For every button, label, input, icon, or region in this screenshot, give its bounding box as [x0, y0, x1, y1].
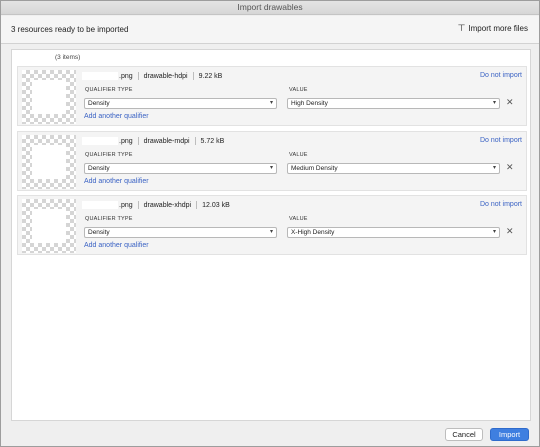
resources-count-text: 3 resources ready to be imported	[11, 25, 129, 34]
chevron-down-icon: ▾	[269, 100, 273, 106]
divider	[194, 137, 196, 145]
title-bar[interactable]: Import drawables	[1, 1, 539, 15]
resource-row: .png drawable-mdpi 5.72 kB Do not import…	[17, 131, 527, 191]
qualifier-value-select[interactable]: X-High Density ▾	[287, 227, 500, 238]
divider	[196, 201, 198, 209]
resource-size: 12.03 kB	[202, 201, 230, 209]
resource-meta: .png drawable-mdpi 5.72 kB	[82, 137, 224, 145]
list-header: (3 items)	[12, 50, 530, 64]
resource-row: .png drawable-hdpi 9.22 kB Do not import…	[17, 66, 527, 126]
divider	[137, 72, 139, 80]
qualifier-type-value: Density	[88, 229, 110, 236]
chevron-down-icon: ▾	[269, 165, 273, 171]
resource-ext: .png	[119, 201, 133, 209]
divider	[137, 201, 139, 209]
resource-folder: drawable-mdpi	[143, 137, 190, 145]
divider	[137, 137, 139, 145]
resource-size: 5.72 kB	[200, 137, 225, 145]
qualifier-value: Medium Density	[291, 165, 338, 172]
close-icon[interactable]: ✕	[506, 226, 514, 237]
divider	[192, 72, 194, 80]
resource-ext: .png	[119, 72, 133, 80]
value-label: VALUE	[289, 87, 308, 93]
filter-icon: ⊤	[457, 23, 466, 33]
close-icon[interactable]: ✕	[506, 162, 514, 173]
add-qualifier-link[interactable]: Add another qualifier	[84, 242, 149, 249]
items-count: (3 items)	[55, 54, 81, 61]
add-qualifier-link[interactable]: Add another qualifier	[84, 113, 149, 120]
resource-name-redacted	[82, 137, 118, 145]
value-label: VALUE	[289, 216, 308, 222]
resource-preview	[22, 70, 76, 124]
chevron-down-icon: ▾	[492, 229, 496, 235]
resource-folder: drawable-xhdpi	[143, 201, 192, 209]
resource-preview	[22, 199, 76, 253]
import-more-files-label: Import more files	[468, 24, 528, 33]
dialog-header: 3 resources ready to be imported ⊤ Impor…	[1, 16, 539, 44]
qualifier-value-select[interactable]: Medium Density ▾	[287, 163, 500, 174]
import-drawables-dialog: Import drawables 3 resources ready to be…	[0, 0, 540, 447]
qualifier-value-select[interactable]: High Density ▾	[287, 98, 500, 109]
do-not-import-link[interactable]: Do not import	[480, 72, 522, 79]
resource-folder: drawable-hdpi	[143, 72, 188, 80]
import-button[interactable]: Import	[490, 428, 529, 441]
resource-name-redacted	[82, 201, 118, 209]
resource-preview	[22, 135, 76, 189]
resource-ext: .png	[119, 137, 133, 145]
value-label: VALUE	[289, 152, 308, 158]
chevron-down-icon: ▾	[492, 100, 496, 106]
window-title: Import drawables	[237, 2, 303, 12]
chevron-down-icon: ▾	[492, 165, 496, 171]
add-qualifier-link[interactable]: Add another qualifier	[84, 178, 149, 185]
qualifier-type-label: QUALIFIER TYPE	[85, 152, 133, 158]
qualifier-value: X-High Density	[291, 229, 335, 236]
resources-list: (3 items) .png drawable-hdpi 9.22 kB Do …	[11, 49, 531, 421]
qualifier-type-label: QUALIFIER TYPE	[85, 87, 133, 93]
resource-name-redacted	[82, 72, 118, 80]
close-icon[interactable]: ✕	[506, 97, 514, 108]
qualifier-type-select[interactable]: Density ▾	[84, 98, 277, 109]
resource-meta: .png drawable-hdpi 9.22 kB	[82, 72, 222, 80]
resource-row: .png drawable-xhdpi 12.03 kB Do not impo…	[17, 195, 527, 255]
import-more-files-button[interactable]: ⊤ Import more files	[457, 23, 528, 34]
dialog-footer: Cancel Import	[1, 424, 539, 446]
chevron-down-icon: ▾	[269, 229, 273, 235]
qualifier-type-label: QUALIFIER TYPE	[85, 216, 133, 222]
resource-size: 9.22 kB	[198, 72, 223, 80]
qualifier-type-value: Density	[88, 165, 110, 172]
do-not-import-link[interactable]: Do not import	[480, 137, 522, 144]
cancel-button[interactable]: Cancel	[445, 428, 483, 441]
qualifier-value: High Density	[291, 100, 328, 107]
qualifier-type-select[interactable]: Density ▾	[84, 163, 277, 174]
resource-name-field[interactable]	[14, 52, 59, 61]
do-not-import-link[interactable]: Do not import	[480, 201, 522, 208]
resource-meta: .png drawable-xhdpi 12.03 kB	[82, 201, 230, 209]
qualifier-type-value: Density	[88, 100, 110, 107]
qualifier-type-select[interactable]: Density ▾	[84, 227, 277, 238]
